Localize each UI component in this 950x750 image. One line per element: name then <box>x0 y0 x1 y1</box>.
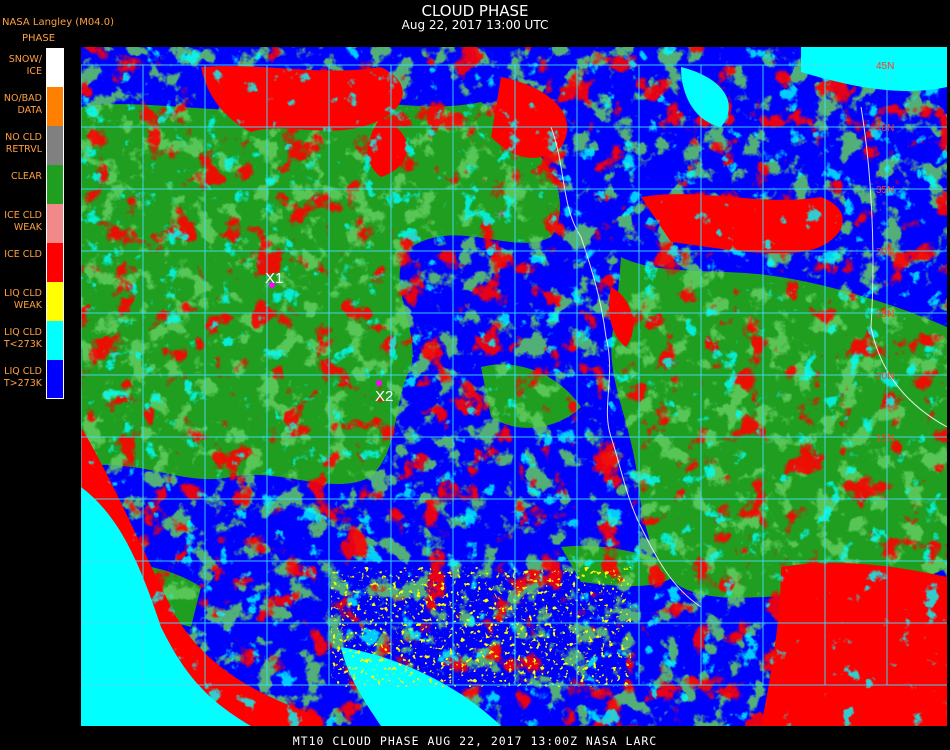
legend-item: NO CLD RETRVL <box>0 126 64 165</box>
legend-item: LIQ CLD T>273K <box>0 360 64 399</box>
legend-item-swatch <box>46 126 64 165</box>
legend-item: LIQ CLD WEAK <box>0 282 64 321</box>
marker-x1: X1 <box>265 270 283 288</box>
cloud-phase-map: 45N 40N 35N 30N 25N 20N 15N X1 X2 <box>81 47 947 726</box>
legend-item-label: CLEAR <box>10 171 42 182</box>
legend-item: LIQ CLD T<273K <box>0 321 64 360</box>
legend-item-label: NO CLD RETRVL <box>5 132 42 155</box>
legend-item: NO/BAD DATA <box>0 87 64 126</box>
legend-item-label: LIQ CLD T>273K <box>3 366 42 389</box>
legend-item-swatch <box>46 87 64 126</box>
map-datetime: Aug 22, 2017 13:00 UTC <box>401 18 549 32</box>
latitude-label: 20N <box>876 371 894 382</box>
legend-item-label: ICE CLD <box>4 249 42 260</box>
legend-title: PHASE <box>22 33 56 44</box>
legend-item: ICE CLD WEAK <box>0 204 64 243</box>
legend-item-label: ICE CLD WEAK <box>4 210 42 233</box>
footer-caption: MT10 CLOUD PHASE AUG 22, 2017 13:00Z NAS… <box>292 734 658 748</box>
legend-item-swatch <box>46 321 64 360</box>
weak-liquid-texture <box>331 567 631 687</box>
legend-item-swatch <box>46 48 64 87</box>
marker-x1-label: X1 <box>265 270 283 287</box>
legend-item: SNOW/ ICE <box>0 48 64 87</box>
latitude-label: 35N <box>876 185 894 196</box>
legend-item-label: SNOW/ ICE <box>8 54 42 77</box>
legend-item-swatch <box>46 282 64 321</box>
legend-item-swatch <box>46 204 64 243</box>
legend-item-swatch <box>46 165 64 204</box>
phase-legend: SNOW/ ICE NO/BAD DATA NO CLD RETRVL CLEAR IC… <box>0 48 64 399</box>
latitude-label: 40N <box>876 123 894 134</box>
agency-label: NASA Langley (M04.0) <box>2 17 114 28</box>
legend-item-label: LIQ CLD T<273K <box>3 327 42 350</box>
latitude-label: 25N <box>876 309 894 320</box>
latitude-label: 45N <box>876 61 894 72</box>
legend-item: CLEAR <box>0 165 64 204</box>
marker-x2-dot <box>376 380 382 386</box>
legend-item-label: NO/BAD DATA <box>3 93 42 116</box>
legend-item: ICE CLD <box>0 243 64 282</box>
latitude-label: 30N <box>876 247 894 258</box>
marker-x2-label: X2 <box>375 388 393 405</box>
legend-item-swatch <box>46 243 64 282</box>
legend-item-label: LIQ CLD WEAK <box>4 288 42 311</box>
latitude-label: 15N <box>876 433 894 444</box>
legend-item-swatch <box>46 360 64 399</box>
